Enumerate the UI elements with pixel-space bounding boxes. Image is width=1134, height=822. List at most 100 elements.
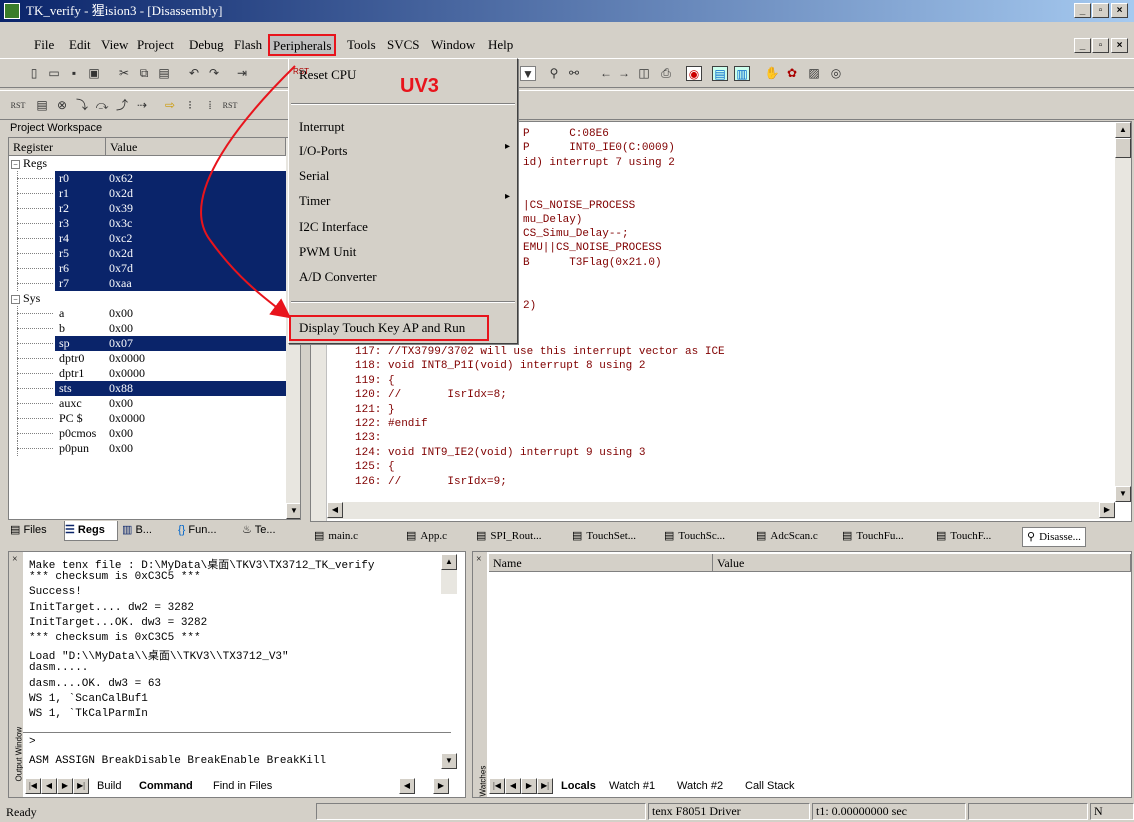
restore-button[interactable]: ▫ [1092,3,1109,18]
register-value[interactable]: 0x88 [105,381,286,396]
show-next-icon[interactable]: ⇨ [162,98,178,113]
run-icon[interactable]: ▤ [34,98,50,113]
source-tab[interactable]: ⚲ Disasse... [1022,527,1086,547]
forward-icon[interactable]: → [616,66,632,81]
register-row[interactable]: sp 0x07 [9,336,286,351]
tab-last-button[interactable]: ▶| [73,778,89,794]
scroll-up-button[interactable]: ▲ [441,554,457,570]
step-into-icon[interactable]: ⤵ [74,98,90,113]
source-tab[interactable]: ▤ App.c [406,527,447,547]
menu-file[interactable]: File [34,37,54,53]
register-row[interactable]: p0pun 0x00 [9,441,286,456]
tree-group[interactable]: − Sys [11,291,40,306]
tools-icon[interactable]: ▨ [806,66,822,81]
close-icon[interactable]: × [476,554,482,565]
source-tab[interactable]: ▤ main.c [314,527,358,547]
menu-project[interactable]: Project [137,37,174,53]
source-tab[interactable]: ▤ TouchSc... [664,527,725,547]
tab-last-button[interactable]: ▶| [537,778,553,794]
source-tab[interactable]: ▤ SPI_Rout... [476,527,541,547]
register-row[interactable]: p0cmos 0x00 [9,426,286,441]
scroll-down-button[interactable]: ▼ [441,753,457,769]
scroll-up-button[interactable]: ▲ [1115,122,1131,138]
menu-help[interactable]: Help [488,37,513,53]
command-prompt[interactable]: > [29,736,36,748]
scroll-right-button[interactable]: ▶ [1099,502,1115,518]
tab-functions[interactable]: {} Fun... [178,521,238,541]
register-value[interactable]: 0x00 [105,426,286,441]
hand-icon[interactable]: ✋ [764,66,780,81]
debug-session-icon[interactable]: ◉ [686,66,702,81]
find-files-icon[interactable]: ⚯ [566,66,582,81]
register-value[interactable]: 0x00 [105,396,286,411]
save-icon[interactable]: ▪ [66,66,82,81]
collapse-icon[interactable]: − [11,160,20,169]
menu-peripherals[interactable]: Peripherals [268,34,337,56]
config-icon[interactable]: ✿ [784,66,800,81]
paste-icon[interactable]: ▤ [156,66,172,81]
tab-prev-button[interactable]: ◀ [505,778,521,794]
reset-icon[interactable]: RST [10,98,26,113]
close-icon[interactable]: × [12,554,18,565]
tab-first-button[interactable]: |◀ [25,778,41,794]
register-row[interactable]: auxc 0x00 [9,396,286,411]
run-to-cursor-icon[interactable]: ⇢ [134,98,150,113]
tab-find-in-files[interactable]: Find in Files [213,777,272,797]
menu-window[interactable]: Window [431,37,475,53]
menu-edit[interactable]: Edit [69,37,91,53]
step-over-icon[interactable]: ⤼ [94,98,110,113]
tab-command[interactable]: Command [139,777,193,797]
help-icon[interactable]: ◎ [828,66,844,81]
window-tile-icon[interactable]: ▥ [734,66,750,81]
disasm-horizontal-scrollbar[interactable]: ◀ ▶ [327,502,1115,519]
dropdown-arrow-icon[interactable]: ▼ [520,66,536,81]
tab-templates[interactable]: ♨ Te... [242,521,298,541]
register-value[interactable]: 0x00 [105,441,286,456]
scroll-left-button[interactable]: ◀ [327,502,343,518]
stop-icon[interactable]: ⊗ [54,98,70,113]
tab-watch-2[interactable]: Watch #2 [677,777,723,797]
tab-regs[interactable]: ☰ Regs [64,521,118,541]
open-icon[interactable]: ▭ [46,66,62,81]
window-layout-icon[interactable]: ▤ [712,66,728,81]
menu-tools[interactable]: Tools [347,37,376,53]
tab-watch-1[interactable]: Watch #1 [609,777,655,797]
tab-next-button[interactable]: ▶ [521,778,537,794]
register-row[interactable]: dptr0 0x0000 [9,351,286,366]
hscroll-right-button[interactable]: ▶ [433,778,449,794]
new-icon[interactable]: ▯ [26,66,42,81]
watch-column-name[interactable]: Name [489,554,713,572]
print-icon[interactable]: ⎙ [658,66,674,81]
source-tab[interactable]: ▤ TouchSet... [572,527,636,547]
register-row[interactable]: sts 0x88 [9,381,286,396]
register-value[interactable]: 0x0000 [105,366,286,381]
register-value[interactable]: 0x0000 [105,351,286,366]
menu-flash[interactable]: Flash [234,37,262,53]
column-register[interactable]: Register [9,138,106,156]
register-row[interactable]: PC $ 0x0000 [9,411,286,426]
save-all-icon[interactable]: ▣ [86,66,102,81]
menu-view[interactable]: View [101,37,128,53]
close-button[interactable]: × [1111,3,1128,18]
hscroll-left-button[interactable]: ◀ [399,778,415,794]
source-tab[interactable]: ▤ TouchFu... [842,527,904,547]
find-icon[interactable]: ⚲ [546,66,562,81]
menu-svcs[interactable]: SVCS [387,37,420,53]
back-icon[interactable]: ← [598,66,614,81]
tab-books[interactable]: ▥ B... [122,521,174,541]
source-tab[interactable]: ▤ AdcScan.c [756,527,818,547]
scroll-thumb[interactable] [1115,138,1131,158]
output-scrollbar[interactable]: ▲ [441,554,457,594]
register-value[interactable]: 0x07 [105,336,286,351]
menu-debug[interactable]: Debug [189,37,224,53]
tab-next-button[interactable]: ▶ [57,778,73,794]
scroll-down-button[interactable]: ▼ [286,503,300,519]
tab-first-button[interactable]: |◀ [489,778,505,794]
mdi-minimize-button[interactable]: _ [1074,38,1091,53]
disasm-vertical-scrollbar[interactable]: ▲ ▼ [1115,122,1131,502]
collapse-icon[interactable]: − [11,295,20,304]
copy-icon[interactable]: ⧉ [136,66,152,81]
tab-build[interactable]: Build [97,777,121,797]
tab-files[interactable]: ▤ Files [10,521,60,541]
mdi-close-button[interactable]: × [1111,38,1128,53]
